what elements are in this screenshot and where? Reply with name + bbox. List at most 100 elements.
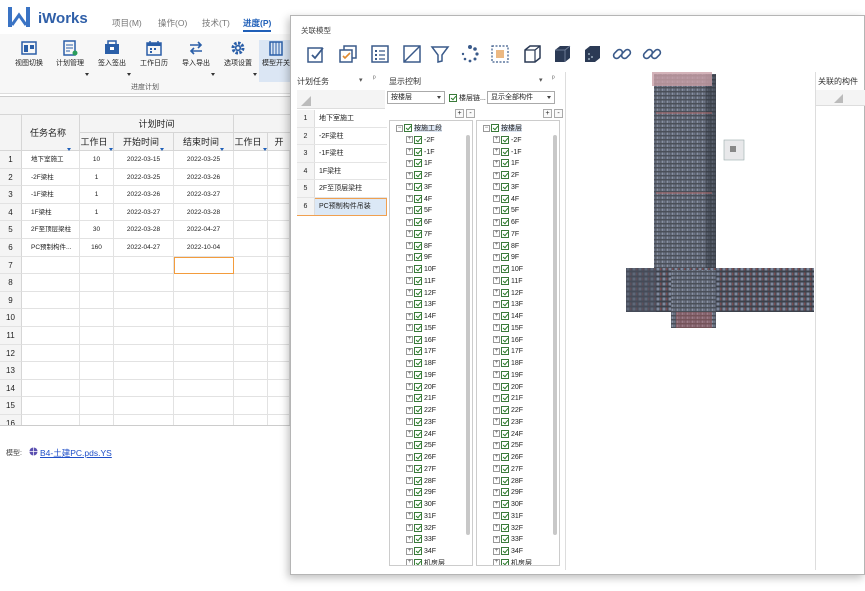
tree-checkbox[interactable] <box>501 218 509 227</box>
tree-checkbox[interactable] <box>501 500 509 509</box>
tree-checkbox[interactable] <box>414 335 422 344</box>
grid-cell[interactable] <box>234 168 268 187</box>
row-number[interactable]: 13 <box>0 362 22 380</box>
expand-icon[interactable]: + <box>493 347 500 355</box>
tree-node[interactable]: +13F <box>406 299 436 311</box>
grid-cell-start[interactable]: 2022-03-27 <box>114 203 174 222</box>
tree-checkbox[interactable] <box>414 159 422 168</box>
tree-node[interactable]: +1F <box>406 158 432 170</box>
grid-cell-end[interactable] <box>174 309 234 327</box>
expand-icon[interactable]: + <box>493 324 500 332</box>
expand-icon[interactable]: + <box>406 242 413 250</box>
tree-node[interactable]: +4F <box>493 194 519 206</box>
expand-icon[interactable]: + <box>406 206 413 214</box>
tree-checkbox[interactable] <box>501 417 509 426</box>
tree-checkbox[interactable] <box>414 488 422 497</box>
grid-cell-start[interactable] <box>114 415 174 425</box>
tree-node[interactable]: +2F <box>406 170 432 182</box>
filter-mode-select[interactable]: 按楼层 <box>387 91 445 104</box>
tree-checkbox[interactable] <box>414 359 422 368</box>
tree-scrollbar[interactable] <box>466 135 470 535</box>
tree-node[interactable]: +10F <box>493 264 523 276</box>
grid-cell[interactable] <box>234 309 268 327</box>
expand-icon[interactable]: + <box>406 218 413 226</box>
tree-checkbox[interactable] <box>414 347 422 356</box>
expand-icon[interactable]: + <box>406 465 413 473</box>
tree-node[interactable]: +5F <box>493 205 519 217</box>
grid-cell-days[interactable]: 1 <box>80 186 114 204</box>
grid-cell-end[interactable] <box>174 274 234 292</box>
tree-checkbox[interactable] <box>414 453 422 462</box>
col-header-start[interactable]: 开始时间 <box>114 133 174 151</box>
task-row[interactable]: 2 -2F梁柱 <box>297 127 387 146</box>
grid-cell-name[interactable]: PC预制构件... <box>22 239 80 257</box>
grid-cell[interactable] <box>268 221 290 239</box>
task-row[interactable]: 3 -1F梁柱 <box>297 145 387 163</box>
expand-icon[interactable]: + <box>406 547 413 555</box>
col-header-task-name[interactable]: 任务名称 <box>22 115 80 151</box>
row-number[interactable]: 16 <box>0 415 22 425</box>
expand-icon[interactable]: + <box>406 312 413 320</box>
task-row[interactable]: 5 2F至顶层梁柱 <box>297 180 387 198</box>
tree-node[interactable]: +8F <box>493 241 519 253</box>
grid-cell-name[interactable]: -1F梁柱 <box>22 186 80 204</box>
tree-node[interactable]: +7F <box>493 229 519 241</box>
pin-icon[interactable]: ᵖ <box>552 75 555 82</box>
tree-checkbox[interactable] <box>414 535 422 544</box>
tree-node[interactable]: +26F <box>493 452 523 464</box>
tree-node[interactable]: +12F <box>406 288 436 300</box>
tree-checkbox[interactable] <box>501 312 509 321</box>
grid-cell-end[interactable] <box>174 379 234 398</box>
cube-solid-icon[interactable] <box>551 43 573 65</box>
tree-checkbox[interactable] <box>414 429 422 438</box>
grid-cell[interactable] <box>234 362 268 380</box>
checklist-icon[interactable] <box>369 43 391 65</box>
row-number[interactable]: 5 <box>0 221 22 239</box>
task-row[interactable]: 4 1F梁柱 <box>297 162 387 181</box>
col-header-end[interactable]: 结束时间 <box>174 133 234 151</box>
grid-cell-start[interactable] <box>114 291 174 310</box>
expand-icon[interactable]: + <box>493 242 500 250</box>
expand-icon[interactable]: + <box>406 148 413 156</box>
tree-checkbox[interactable] <box>501 370 509 379</box>
expand-icon[interactable]: + <box>406 441 413 449</box>
tree-checkbox[interactable] <box>501 476 509 485</box>
grid-cell-name[interactable]: 1F梁柱 <box>22 203 80 222</box>
tree-checkbox[interactable] <box>501 453 509 462</box>
box-select-icon[interactable] <box>401 43 423 65</box>
tree-node[interactable]: +32F <box>493 523 523 535</box>
grid-cell-days[interactable]: 1 <box>80 203 114 222</box>
expand-icon[interactable]: + <box>493 441 500 449</box>
grid-cell-end[interactable] <box>174 362 234 380</box>
floor-chain-checkbox[interactable] <box>449 94 457 102</box>
grid-cell-start[interactable] <box>114 397 174 415</box>
grid-cell-days[interactable] <box>80 327 114 345</box>
tree-checkbox[interactable] <box>501 206 509 215</box>
tree-checkbox[interactable] <box>414 147 422 156</box>
grid-cell-name[interactable] <box>22 274 80 292</box>
right-collapse-button[interactable]: - <box>554 109 563 118</box>
expand-icon[interactable]: + <box>493 230 500 238</box>
expand-icon[interactable]: + <box>406 406 413 414</box>
row-number[interactable]: 7 <box>0 256 22 275</box>
expand-icon[interactable]: + <box>406 559 413 565</box>
tree-checkbox[interactable] <box>414 441 422 450</box>
grid-cell-days[interactable]: 1 <box>80 168 114 187</box>
tree-checkbox[interactable] <box>501 523 509 532</box>
tree-node[interactable]: +8F <box>406 241 432 253</box>
tree-node[interactable]: +21F <box>406 393 436 405</box>
expand-icon[interactable]: + <box>493 218 500 226</box>
grid-cell-start[interactable] <box>114 379 174 398</box>
tree-checkbox[interactable] <box>501 335 509 344</box>
expand-icon[interactable]: + <box>493 406 500 414</box>
expand-icon[interactable]: + <box>493 535 500 543</box>
expand-icon[interactable]: + <box>406 488 413 496</box>
grid-cell[interactable] <box>234 397 268 415</box>
expand-icon[interactable]: + <box>406 359 413 367</box>
expand-icon[interactable]: + <box>493 512 500 520</box>
expand-icon[interactable]: + <box>493 465 500 473</box>
tree-checkbox[interactable] <box>501 288 509 297</box>
import-export-button[interactable]: 导入导出 <box>177 40 215 82</box>
tree-node[interactable]: +9F <box>406 252 432 264</box>
grid-cell[interactable] <box>234 256 268 275</box>
